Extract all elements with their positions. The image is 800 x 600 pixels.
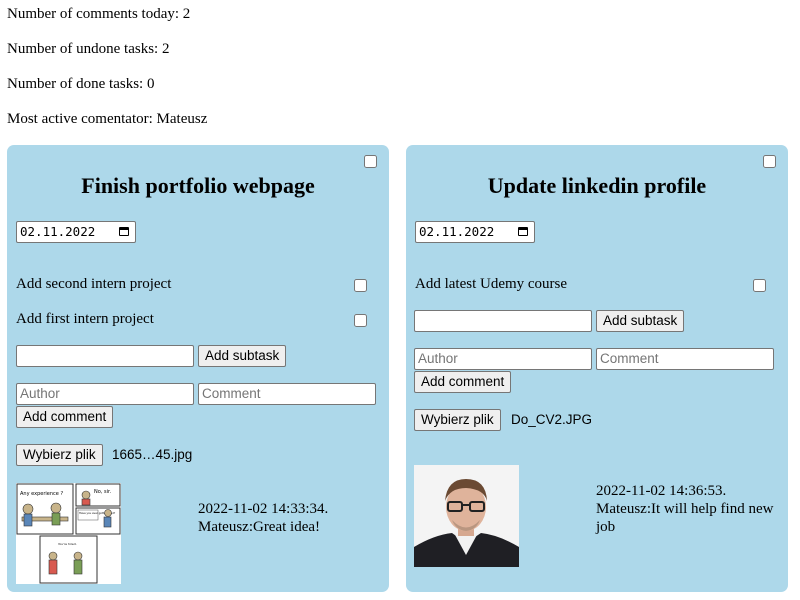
comment-text: Mateusz:Great idea! (198, 519, 321, 535)
file-name: 1665…45.jpg (112, 447, 193, 462)
subtask-label: Add second intern project (16, 276, 172, 292)
subtask-input[interactable] (16, 345, 194, 367)
author-input[interactable]: Author (16, 383, 194, 405)
most-active-stat: Most active comentator: Mateusz (7, 111, 208, 127)
date-value: 02.11.2022 (20, 224, 96, 239)
done-tasks-stat: Number of done tasks: 0 (7, 76, 155, 92)
undone-tasks-stat: Number of undone tasks: 2 (7, 41, 170, 57)
comments-today-stat: Number of comments today: 2 (7, 6, 191, 22)
task-title: Update linkedin profile (487, 173, 707, 198)
add-subtask-button[interactable]: Add subtask (198, 345, 287, 367)
comment-input[interactable]: Comment (198, 383, 376, 405)
comic-caption-text: Any experience ? (20, 491, 63, 497)
comment-timestamp: 2022-11-02 14:33:34. (198, 501, 329, 517)
file-name: Do_CV2.JPG (511, 412, 593, 427)
comic-caption-text: No, sir. (94, 489, 112, 495)
comment-input[interactable]: Comment (596, 348, 774, 370)
subtask-checkbox[interactable] (354, 279, 367, 292)
task-done-checkbox[interactable] (763, 155, 776, 168)
date-value: 02.11.2022 (419, 224, 495, 239)
comic-image: Any experience ? No, sir. Have you ever … (16, 483, 121, 584)
author-input[interactable]: Author (414, 348, 592, 370)
task-done-checkbox[interactable] (364, 155, 377, 168)
comment-text: Mateusz:It will help find new job (596, 501, 774, 535)
task-card: Finish portfolio webpage 02.11.2022 Add … (7, 145, 389, 592)
comment-timestamp: 2022-11-02 14:36:53. (596, 483, 727, 499)
task-date-input[interactable]: 02.11.2022 (16, 221, 136, 243)
subtask-checkbox[interactable] (354, 314, 367, 327)
add-subtask-button[interactable]: Add subtask (596, 310, 685, 332)
comic-caption-text: You're hired. (58, 542, 77, 546)
task-title: Finish portfolio webpage (81, 173, 315, 198)
task-date-input[interactable]: 02.11.2022 (415, 221, 535, 243)
calendar-icon[interactable] (518, 227, 528, 236)
subtask-label: Add first intern project (16, 311, 154, 327)
add-comment-button[interactable]: Add comment (414, 371, 512, 393)
subtask-input[interactable] (414, 310, 592, 332)
calendar-icon[interactable] (119, 227, 129, 236)
add-comment-button[interactable]: Add comment (16, 406, 114, 428)
task-card: Update linkedin profile 02.11.2022 Add l… (406, 145, 788, 592)
choose-file-button[interactable]: Wybierz plik (16, 444, 103, 466)
subtask-checkbox[interactable] (753, 279, 766, 292)
subtask-label: Add latest Udemy course (415, 276, 568, 292)
choose-file-button[interactable]: Wybierz plik (414, 409, 501, 431)
profile-photo (414, 465, 519, 567)
